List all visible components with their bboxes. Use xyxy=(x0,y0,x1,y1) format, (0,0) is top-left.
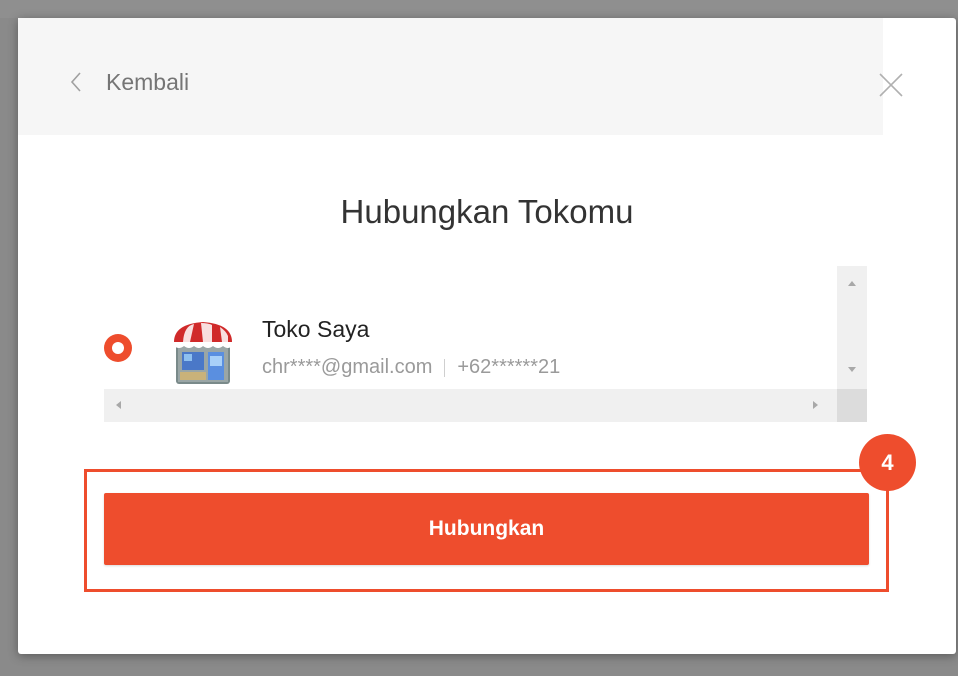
scroll-right-arrow-icon[interactable] xyxy=(813,401,818,409)
back-label: Kembali xyxy=(106,68,190,95)
shop-phone: +62******21 xyxy=(457,356,561,378)
modal-title: Hubungkan Tokomu xyxy=(340,193,634,230)
shop-contact-info: chr****@gmail.com +62******21 xyxy=(262,356,560,379)
scroll-up-arrow-icon[interactable] xyxy=(848,281,856,286)
horizontal-scrollbar[interactable] xyxy=(104,389,837,422)
scroll-down-arrow-icon[interactable] xyxy=(848,367,856,372)
connect-button[interactable]: Hubungkan xyxy=(104,493,869,565)
scrollbar-corner xyxy=(837,389,867,422)
back-button[interactable]: Kembali xyxy=(70,64,189,100)
shop-radio-button[interactable] xyxy=(104,334,132,362)
shop-list-item[interactable]: Toko Saya chr****@gmail.com +62******21 xyxy=(104,306,837,386)
step-number-badge: 4 xyxy=(859,434,916,491)
shop-storefront-icon xyxy=(168,316,238,386)
contact-separator xyxy=(444,358,446,377)
close-icon[interactable] xyxy=(876,70,906,100)
chevron-left-icon xyxy=(70,71,84,93)
scroll-left-arrow-icon[interactable] xyxy=(116,401,121,409)
shop-list: Toko Saya chr****@gmail.com +62******21 xyxy=(104,266,867,422)
modal-header: Kembali xyxy=(18,18,883,135)
connect-shop-modal: Kembali Hubungkan Tokomu Toko Saya chr**… xyxy=(18,18,956,654)
page-backdrop xyxy=(0,0,958,18)
shop-name: Toko Saya xyxy=(262,316,370,342)
shop-email: chr****@gmail.com xyxy=(262,356,433,378)
